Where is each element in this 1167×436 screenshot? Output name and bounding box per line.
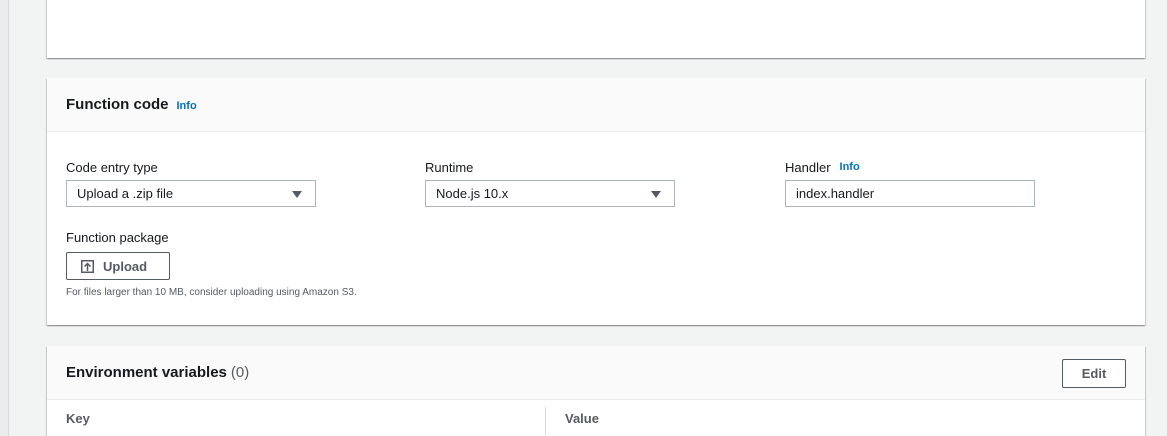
- upload-icon: [81, 259, 94, 273]
- code-entry-type-field: Code entry type: [66, 159, 158, 175]
- edit-button-label: Edit: [1081, 366, 1107, 381]
- environment-variables-header: Environment variables (0): [47, 346, 1145, 400]
- handler-label-row: Handler Info: [785, 159, 860, 175]
- handler-input[interactable]: index.handler: [785, 180, 1035, 207]
- environment-variables-title: Environment variables: [66, 364, 227, 381]
- upload-hint: For files larger than 10 MB, consider up…: [66, 287, 357, 298]
- runtime-label: Runtime: [425, 159, 474, 175]
- previous-panel: [47, 0, 1145, 58]
- function-code-title: Function code: [66, 96, 169, 113]
- environment-variables-panel: Environment variables (0) Edit Key Value: [47, 346, 1145, 436]
- caret-down-icon: [292, 191, 302, 198]
- upload-button-label: Upload: [103, 258, 148, 274]
- column-header-value: Value: [565, 411, 599, 426]
- column-divider: [545, 407, 546, 435]
- handler-field: Handler Info: [785, 159, 860, 175]
- function-code-header: Function code Info: [47, 78, 1145, 132]
- left-rail: [0, 0, 9, 436]
- column-header-key: Key: [66, 411, 90, 426]
- function-code-info-link[interactable]: Info: [177, 100, 197, 112]
- handler-value: index.handler: [796, 186, 875, 201]
- code-entry-type-label: Code entry type: [66, 159, 158, 175]
- function-package-label: Function package: [66, 229, 169, 245]
- handler-label: Handler: [785, 159, 831, 175]
- function-package-field: Function package: [66, 229, 169, 245]
- runtime-select[interactable]: Node.js 10.x: [425, 180, 675, 207]
- code-entry-type-select[interactable]: Upload a .zip file: [66, 180, 316, 207]
- caret-down-icon: [651, 191, 661, 198]
- handler-info-link[interactable]: Info: [840, 161, 860, 173]
- edit-button[interactable]: Edit: [1062, 359, 1126, 388]
- code-entry-type-value: Upload a .zip file: [77, 186, 174, 201]
- environment-variables-count: (0): [230, 364, 250, 381]
- function-code-panel: Function code Info Code entry type Uploa…: [47, 78, 1145, 325]
- upload-button[interactable]: Upload: [66, 252, 170, 280]
- runtime-value: Node.js 10.x: [436, 186, 509, 201]
- runtime-field: Runtime: [425, 159, 473, 175]
